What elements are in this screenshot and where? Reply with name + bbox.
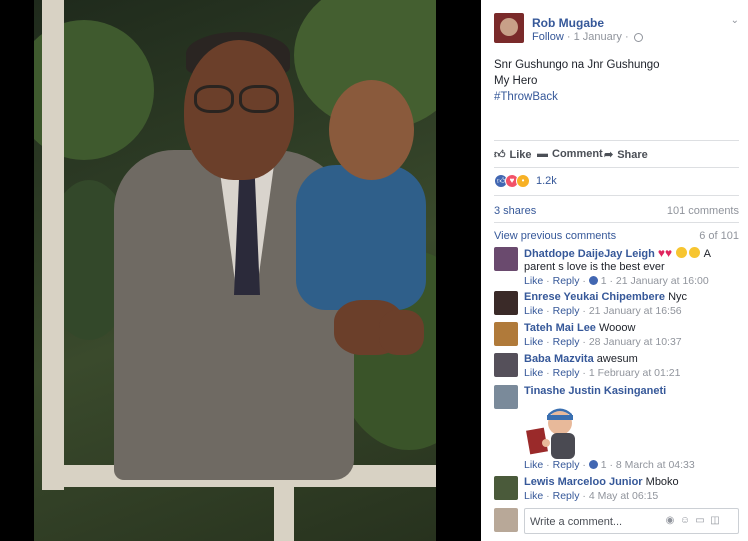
comment-button[interactable]: ▬ Comment <box>537 148 603 160</box>
comment-time[interactable]: 21 January at 16:56 <box>589 305 682 317</box>
divider <box>494 222 739 223</box>
like-button[interactable]: 👍︎ Like <box>494 148 532 162</box>
comment-like-count[interactable]: 1 <box>601 459 607 471</box>
follow-link[interactable]: Follow <box>532 31 564 43</box>
comment-reply-link[interactable]: Reply <box>553 367 580 379</box>
baby-figure <box>296 165 426 310</box>
heart-emoji-icon: ♥ <box>665 246 673 260</box>
share-button[interactable]: ➦ Share <box>604 148 648 162</box>
kiss-emoji-icon <box>676 247 688 258</box>
commenter-name[interactable]: Lewis Marceloo Junior <box>524 476 643 488</box>
comment-reply-link[interactable]: Reply <box>553 305 580 317</box>
post-header: Rob Mugabe Follow · 1 January · ⌄ <box>494 13 739 43</box>
like-badge-icon <box>588 276 598 285</box>
comment-text: awesum <box>596 353 638 365</box>
comment-reply-link[interactable]: Reply <box>553 459 580 471</box>
sticker-icon[interactable]: ◫ <box>709 515 721 527</box>
comment-actions: Like · Reply · 1 · 21 January at 16:00 <box>524 275 709 287</box>
comment-input-placeholder: Write a comment... <box>530 516 623 528</box>
comment-like-link[interactable]: Like <box>524 367 543 379</box>
comment-like-link[interactable]: Like <box>524 305 543 317</box>
post-sidebar: Rob Mugabe Follow · 1 January · ⌄ Snr Gu… <box>481 0 748 541</box>
commenter-name[interactable]: Dhatdope DaijeJay Leigh <box>524 248 655 260</box>
view-previous-comments-link[interactable]: View previous comments <box>494 230 616 242</box>
gif-icon[interactable]: ▭ <box>694 515 706 527</box>
commenter-avatar[interactable] <box>494 353 518 377</box>
commenter-name[interactable]: Baba Mazvita <box>524 353 594 365</box>
chevron-down-icon[interactable]: ⌄ <box>731 15 739 26</box>
comment-like-link[interactable]: Like <box>524 336 543 348</box>
comment-time[interactable]: 8 March at 04:33 <box>616 459 695 471</box>
shares-count[interactable]: 3 shares <box>494 205 536 217</box>
stats-row: 3 shares 101 comments <box>494 205 739 217</box>
current-user-avatar <box>494 508 518 532</box>
commenter-name[interactable]: Tateh Mai Lee <box>524 322 596 334</box>
sticker-image[interactable] <box>524 405 584 463</box>
view-previous-row: View previous comments 6 of 101 <box>494 230 739 242</box>
author-name[interactable]: Rob Mugabe <box>532 16 604 30</box>
commenter-avatar[interactable] <box>494 385 518 409</box>
comment-input[interactable]: Write a comment... ◉ ☺ ▭ ◫ <box>524 508 739 534</box>
post-date[interactable]: 1 January <box>574 31 622 43</box>
action-bar: 👍︎ Like ▬ Comment ➦ Share <box>494 148 739 164</box>
hashtag-link[interactable]: #ThrowBack <box>494 89 739 105</box>
reaction-count[interactable]: 1.2k <box>536 175 557 187</box>
comment-actions: Like · Reply · 4 May at 06:15 <box>524 490 659 502</box>
comment-reply-link[interactable]: Reply <box>553 490 580 502</box>
comment-time[interactable]: 21 January at 16:00 <box>616 275 709 287</box>
share-arrow-icon: ➦ <box>604 149 614 161</box>
divider <box>494 167 739 168</box>
commenter-name[interactable]: Enrese Yeukai Chipembere <box>524 291 665 303</box>
commenter-avatar[interactable] <box>494 291 518 315</box>
commenter-avatar[interactable] <box>494 476 518 500</box>
comment-like-count[interactable]: 1 <box>601 275 607 287</box>
baby-face <box>329 80 414 180</box>
comment-time[interactable]: 1 February at 01:21 <box>589 367 681 379</box>
comments-count[interactable]: 101 comments <box>667 205 739 217</box>
globe-icon <box>633 32 643 42</box>
commenter-avatar[interactable] <box>494 322 518 346</box>
camera-icon[interactable]: ◉ <box>664 515 676 527</box>
comment-time[interactable]: 4 May at 06:15 <box>589 490 658 502</box>
post-photo[interactable] <box>34 0 436 541</box>
comment-time[interactable]: 28 January at 10:37 <box>589 336 682 348</box>
comment-text: Wooow <box>599 322 636 334</box>
heart-emoji-icon: ♥ <box>657 246 665 260</box>
divider <box>494 140 739 141</box>
commenter-avatar[interactable] <box>494 247 518 271</box>
comment-actions: Like · Reply · 21 January at 16:56 <box>524 305 682 317</box>
comments-range: 6 of 101 <box>699 230 739 242</box>
post-meta: Follow · 1 January · <box>532 31 643 43</box>
comment-like-link[interactable]: Like <box>524 275 543 287</box>
comment-like-link[interactable]: Like <box>524 459 543 471</box>
wow-reaction-icon: • <box>516 174 530 188</box>
commenter-name[interactable]: Tinashe Justin Kasinganeti <box>524 385 666 397</box>
emoji-icon[interactable]: ☺ <box>679 515 691 527</box>
comment-composer: Write a comment... ◉ ☺ ▭ ◫ <box>494 508 739 534</box>
like-badge-icon <box>588 460 598 469</box>
comment-actions: Like · Reply · 28 January at 10:37 <box>524 336 682 348</box>
thumbs-up-icon: 👍︎ <box>494 149 506 161</box>
comment-reply-link[interactable]: Reply <box>553 336 580 348</box>
photo-viewer <box>0 0 481 541</box>
comment-actions: Like · Reply · 1 · 8 March at 04:33 <box>524 459 695 471</box>
divider <box>494 195 739 196</box>
reactions-summary[interactable]: 👍︎ ♥ • 1.2k <box>494 174 557 188</box>
comment-like-link[interactable]: Like <box>524 490 543 502</box>
comment-text: Nyc <box>668 291 688 303</box>
post-text: Snr Gushungo na Jnr Gushungo My Hero #Th… <box>494 57 739 105</box>
comment-actions: Like · Reply · 1 February at 01:21 <box>524 367 681 379</box>
comment-reply-link[interactable]: Reply <box>553 275 580 287</box>
comment-text: Mboko <box>645 476 679 488</box>
kiss-emoji-icon <box>689 247 701 258</box>
comment-bubble-icon: ▬ <box>537 148 548 160</box>
author-avatar[interactable] <box>494 13 524 43</box>
